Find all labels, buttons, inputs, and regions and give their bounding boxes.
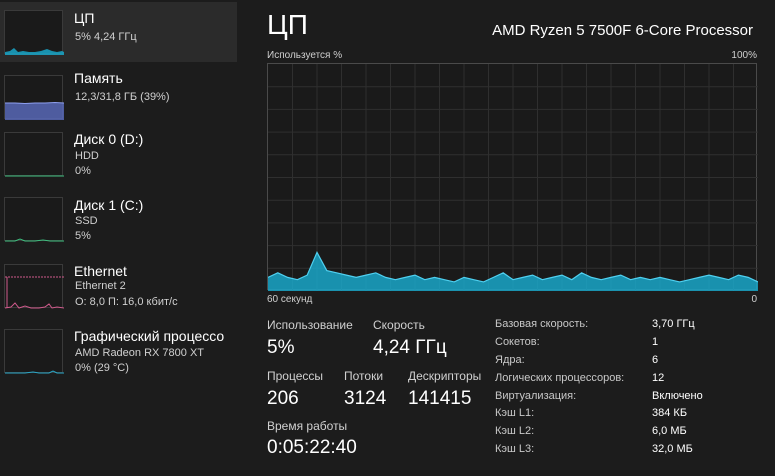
- detail-label: Кэш L2:: [495, 425, 535, 437]
- network-graph-icon: [4, 264, 64, 309]
- cpu-model-name: AMD Ryzen 5 7500F 6-Core Processor: [492, 22, 753, 39]
- sidebar-item-ethernet[interactable]: Ethernet Ethernet 2 О: 8,0 П: 16,0 кбит/…: [0, 259, 237, 319]
- sidebar-item-subtitle: 12,3/31,8 ГБ (39%): [75, 91, 170, 103]
- disk-graph-icon: [4, 132, 64, 177]
- detail-label: Кэш L1:: [495, 407, 535, 419]
- graph-x-start-label: 60 секунд: [267, 294, 313, 305]
- sidebar-item-title: ЦП: [74, 10, 95, 26]
- sidebar-item-subtitle: HDD: [75, 150, 99, 162]
- detail-value: 32,0 МБ: [652, 443, 693, 455]
- sidebar-item-subtitle: 5% 4,24 ГГц: [75, 31, 137, 43]
- sidebar-item-title: Память: [74, 70, 123, 86]
- uptime-value: 0:05:22:40: [267, 437, 357, 458]
- detail-value: 12: [652, 372, 665, 384]
- detail-label: Сокетов:: [495, 336, 540, 348]
- detail-value: 6,0 МБ: [652, 425, 687, 437]
- graph-x-end-label: 0: [751, 294, 757, 305]
- handles-label: Дескрипторы: [408, 369, 482, 383]
- detail-value: 3,70 ГГц: [652, 318, 695, 330]
- sidebar-item-gpu[interactable]: Графический процессо AMD Radeon RX 7800 …: [0, 324, 237, 384]
- sidebar-item-value: 0%: [75, 165, 91, 177]
- detail-value: 384 КБ: [652, 407, 688, 419]
- page-title: ЦП: [267, 9, 308, 40]
- detail-value: Включено: [652, 390, 703, 402]
- sidebar-item-memory[interactable]: Память 12,3/31,8 ГБ (39%): [0, 67, 237, 127]
- sidebar-item-disk-0[interactable]: Диск 0 (D:) HDD 0%: [0, 128, 237, 188]
- graph-y-label: Используется %: [267, 50, 343, 61]
- disk-graph-icon: [4, 197, 64, 242]
- processes-value: 206: [267, 388, 299, 409]
- detail-value: 6: [652, 354, 659, 366]
- sidebar-item-title: Диск 0 (D:): [74, 131, 144, 147]
- speed-value: 4,24 ГГц: [373, 337, 447, 358]
- handles-value: 141415: [408, 388, 472, 409]
- sidebar: ЦП 5% 4,24 ГГц Память 12,3/31,8 ГБ (39%)…: [0, 0, 240, 476]
- sidebar-item-disk-1[interactable]: Диск 1 (C:) SSD 5%: [0, 193, 237, 253]
- gpu-graph-icon: [4, 329, 64, 374]
- detail-label: Базовая скорость:: [495, 318, 589, 330]
- usage-value: 5%: [267, 337, 295, 358]
- sidebar-item-title: Диск 1 (C:): [74, 197, 144, 213]
- threads-value: 3124: [344, 388, 387, 409]
- sidebar-item-value: О: 8,0 П: 16,0 кбит/с: [75, 296, 178, 308]
- threads-label: Потоки: [344, 369, 384, 383]
- sidebar-item-title: Ethernet: [74, 263, 127, 279]
- cpu-usage-graph: [267, 63, 758, 291]
- cpu-graph-icon: [4, 10, 64, 55]
- detail-label: Ядра:: [495, 354, 525, 366]
- cpu-details-pane: ЦП AMD Ryzen 5 7500F 6-Core Processor Ис…: [240, 0, 775, 476]
- detail-label: Виртуализация:: [495, 390, 577, 402]
- sidebar-item-subtitle: AMD Radeon RX 7800 XT: [75, 347, 205, 359]
- graph-y-max-label: 100%: [731, 50, 757, 61]
- sidebar-item-subtitle: SSD: [75, 215, 98, 227]
- cpu-usage-chart: [268, 64, 758, 291]
- sidebar-item-subtitle: Ethernet 2: [75, 280, 126, 292]
- usage-label: Использование: [267, 318, 353, 332]
- processes-label: Процессы: [267, 369, 324, 383]
- sidebar-item-value: 5%: [75, 230, 91, 242]
- sidebar-item-value: 0% (29 °C): [75, 362, 129, 374]
- detail-label: Логических процессоров:: [495, 372, 625, 384]
- sidebar-item-cpu[interactable]: ЦП 5% 4,24 ГГц: [0, 2, 237, 62]
- sidebar-item-title: Графический процессо: [74, 328, 225, 344]
- speed-label: Скорость: [373, 318, 425, 332]
- detail-value: 1: [652, 336, 659, 348]
- memory-graph-icon: [4, 75, 64, 120]
- uptime-label: Время работы: [267, 419, 348, 433]
- detail-label: Кэш L3:: [495, 443, 535, 455]
